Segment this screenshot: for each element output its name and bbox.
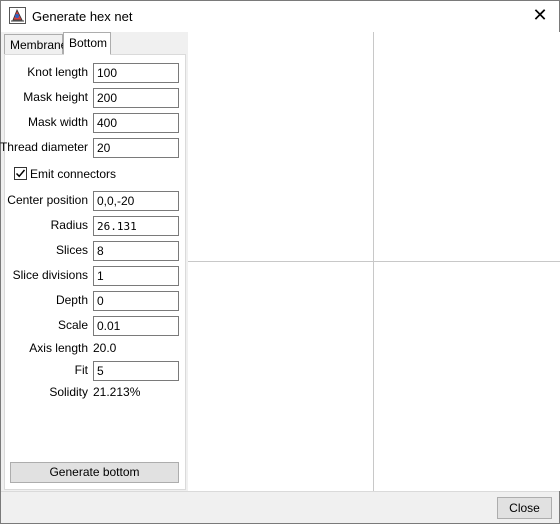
window-title: Generate hex net [32, 9, 133, 24]
checkmark-icon [15, 169, 26, 178]
slices-label: Slices [55, 243, 88, 257]
button-bar: Close [1, 491, 559, 523]
mask-height-label: Mask height [23, 90, 88, 104]
thread-diameter-field[interactable]: 20 [93, 138, 179, 158]
generate-bottom-button[interactable]: Generate bottom [10, 462, 179, 483]
depth-field[interactable]: 0 [93, 291, 179, 311]
knot-length-label: Knot length [27, 65, 88, 79]
scale-field[interactable]: 0.01 [93, 316, 179, 336]
scale-label: Scale [57, 318, 88, 332]
depth-label: Depth [55, 293, 88, 307]
fit-field[interactable]: 5 [93, 361, 179, 381]
close-button[interactable]: Close [497, 497, 552, 519]
mask-height-field[interactable]: 200 [93, 88, 179, 108]
radius-label: Radius [50, 218, 88, 232]
center-position-label: Center position [7, 193, 88, 207]
radius-field[interactable]: 26.131 [93, 216, 179, 236]
preview-canvas[interactable] [188, 32, 560, 491]
java-app-icon [9, 7, 26, 24]
tab-membrane[interactable]: Membrane [4, 34, 67, 55]
mask-width-label: Mask width [27, 115, 88, 129]
dialog-window: Generate hex net ✕ Membrane Bottom Knot … [0, 0, 560, 524]
axis-length-label: Axis length [29, 341, 88, 355]
slices-field[interactable]: 8 [93, 241, 179, 261]
close-icon[interactable]: ✕ [529, 5, 551, 27]
slice-divisions-label: Slice divisions [12, 268, 88, 282]
emit-connectors-checkbox[interactable] [14, 167, 27, 180]
knot-length-field[interactable]: 100 [93, 63, 179, 83]
thread-diameter-label: Thread diameter [0, 140, 88, 154]
slice-divisions-field[interactable]: 1 [93, 266, 179, 286]
title-bar: Generate hex net ✕ [1, 1, 559, 32]
center-position-field[interactable]: 0,0,-20 [93, 191, 179, 211]
horizontal-axis-line [188, 261, 560, 262]
bottom-settings-panel: Knot length 100 Mask height 200 Mask wid… [0, 54, 186, 490]
axis-length-value: 20.0 [93, 341, 117, 355]
tab-bottom[interactable]: Bottom [63, 32, 111, 55]
mask-width-field[interactable]: 400 [93, 113, 179, 133]
fit-label: Fit [74, 363, 88, 377]
solidity-value: 21.213% [93, 385, 141, 399]
solidity-label: Solidity [49, 385, 88, 399]
emit-connectors-label[interactable]: Emit connectors [30, 167, 116, 181]
